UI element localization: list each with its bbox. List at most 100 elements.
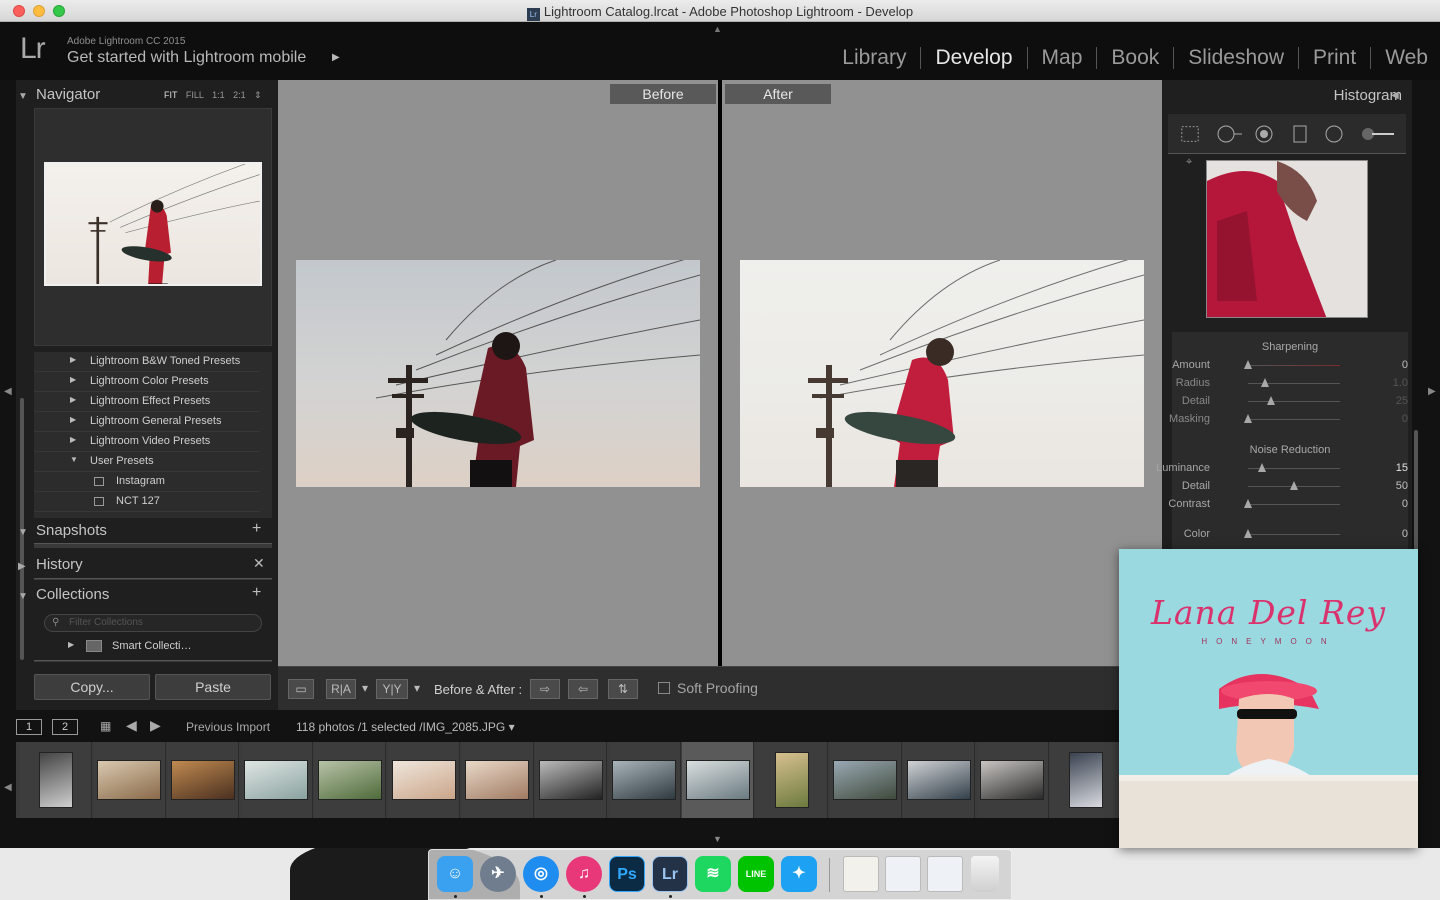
after-photo[interactable]	[740, 260, 1144, 487]
filmstrip-source[interactable]: Previous Import	[186, 720, 270, 734]
slider-value[interactable]: 0	[1370, 359, 1408, 371]
add-collection-icon[interactable]: +	[252, 584, 261, 602]
module-develop[interactable]: Develop	[921, 47, 1028, 69]
smart-collections-item[interactable]: ▶ Smart Collecti…	[34, 636, 272, 658]
histogram-collapse-icon[interactable]: ◀	[1391, 90, 1399, 101]
zoom-fill[interactable]: FILL	[186, 90, 204, 100]
filmstrip-thumbnail[interactable]	[756, 742, 828, 818]
filmstrip-thumbnail[interactable]	[1050, 742, 1123, 818]
slider-track[interactable]	[1248, 504, 1340, 505]
snapshots-header[interactable]: ▼ Snapshots	[18, 522, 274, 546]
filmstrip-thumbnail[interactable]	[535, 742, 608, 818]
slider-thumb[interactable]	[1260, 378, 1269, 387]
navigator-thumbnail[interactable]	[44, 162, 262, 286]
history-header[interactable]: ▶ History	[18, 556, 274, 580]
module-web[interactable]: Web	[1371, 47, 1428, 69]
forward-arrow-icon[interactable]: ▶	[150, 717, 161, 734]
module-map[interactable]: Map	[1028, 47, 1098, 69]
preset-folder[interactable]: ▶ Lightroom Color Presets	[34, 372, 260, 392]
preset-folder[interactable]: ▼ User Presets	[34, 452, 260, 472]
slider-thumb[interactable]	[1244, 529, 1252, 538]
filmstrip-thumbnail[interactable]	[167, 742, 240, 818]
slider-track[interactable]	[1248, 365, 1340, 366]
document-icon[interactable]	[843, 856, 879, 892]
copy-before-to-after-button[interactable]: ⇨	[530, 679, 560, 699]
radial-filter-tool-icon[interactable]	[1324, 124, 1344, 144]
slider-color[interactable]: Color 0	[1172, 525, 1408, 543]
before-pane[interactable]: Before	[278, 80, 718, 666]
before-photo[interactable]	[296, 260, 700, 487]
lightroom-icon[interactable]: Lr	[652, 856, 688, 892]
slider-detail[interactable]: Detail 50	[1172, 477, 1408, 495]
line-icon[interactable]: LINE	[738, 856, 774, 892]
trash-icon[interactable]	[971, 856, 999, 892]
slider-track[interactable]	[1248, 401, 1340, 402]
filmstrip-thumbnail[interactable]	[829, 742, 902, 818]
slider-value[interactable]: 0	[1370, 498, 1408, 510]
view-dropdown-icon[interactable]: ▾	[360, 679, 370, 699]
left-panel-toggle-icon[interactable]: ◀	[4, 386, 12, 397]
slider-thumb[interactable]	[1244, 414, 1252, 423]
view-dropdown-icon[interactable]: ▾	[412, 679, 422, 699]
filmstrip-thumbnail[interactable]	[461, 742, 534, 818]
before-after-lr-button[interactable]: R|A	[326, 679, 356, 699]
soft-proofing-label[interactable]: Soft Proofing	[677, 680, 758, 696]
right-panel-toggle-icon[interactable]: ▶	[1428, 386, 1436, 397]
slider-value[interactable]: 25	[1370, 395, 1408, 407]
filmstrip-thumbnail[interactable]	[388, 742, 460, 818]
slider-thumb[interactable]	[1290, 481, 1298, 490]
paste-settings-button[interactable]: Paste	[155, 674, 271, 700]
preset-item[interactable]: NCT 127	[34, 492, 260, 512]
preset-folder[interactable]: ▶ Lightroom General Presets	[34, 412, 260, 432]
top-panel-toggle-icon[interactable]: ▲	[713, 24, 722, 34]
preset-folder[interactable]: ▶ Lightroom Effect Presets	[34, 392, 260, 412]
filmstrip-thumbnail[interactable]	[608, 742, 681, 818]
add-snapshot-icon[interactable]: +	[252, 520, 261, 538]
filter-collections-input[interactable]: Filter Collections	[44, 614, 262, 632]
slider-value[interactable]: 1.0	[1370, 377, 1408, 389]
slider-thumb[interactable]	[1267, 396, 1275, 405]
downloads-stack-icon[interactable]	[885, 856, 921, 892]
filmstrip-thumbnail[interactable]	[682, 742, 755, 818]
preset-folder[interactable]: ▶ Lightroom Video Presets	[34, 432, 260, 452]
zoom-2-1[interactable]: 2:1	[233, 90, 246, 100]
slider-track[interactable]	[1248, 419, 1340, 420]
clear-history-icon[interactable]: ✕	[253, 555, 265, 572]
filmstrip-thumbnail[interactable]	[93, 742, 166, 818]
play-arrow-icon[interactable]: ▶	[332, 52, 340, 63]
zoom-fit[interactable]: FIT	[164, 90, 177, 100]
filmstrip-thumbnail[interactable]	[314, 742, 387, 818]
collections-header[interactable]: ▼ Collections	[18, 586, 274, 610]
slider-value[interactable]: 0	[1370, 528, 1408, 540]
slider-thumb[interactable]	[1244, 499, 1252, 508]
zoom-1-1[interactable]: 1:1	[212, 90, 225, 100]
filmstrip-thumbnail[interactable]	[240, 742, 313, 818]
zoom-stepper-icon[interactable]: ⇕	[254, 90, 262, 100]
safari-icon[interactable]: ◎	[523, 856, 559, 892]
documents-stack-icon[interactable]	[927, 856, 963, 892]
slider-value[interactable]: 0	[1370, 413, 1408, 425]
module-slideshow[interactable]: Slideshow	[1174, 47, 1299, 69]
loupe-view-button[interactable]: ▭	[288, 679, 314, 699]
slider-value[interactable]: 15	[1370, 462, 1408, 474]
slider-contrast[interactable]: Contrast 0	[1168, 495, 1408, 513]
slider-track[interactable]	[1248, 534, 1340, 535]
itunes-icon[interactable]: ♫	[566, 856, 602, 892]
after-pane[interactable]: After	[722, 80, 1162, 666]
preset-folder[interactable]: ▶ Lightroom B&W Toned Presets	[34, 352, 260, 372]
crop-overlay-tool-icon[interactable]	[1180, 124, 1200, 144]
mobile-prompt-link[interactable]: Get started with Lightroom mobile	[67, 49, 306, 67]
spot-removal-tool-icon[interactable]	[1216, 124, 1244, 144]
grid-view-icon[interactable]: ▦	[100, 719, 114, 733]
slider-luminance[interactable]: Luminance 15	[1156, 459, 1408, 477]
primary-window-button[interactable]: 1	[16, 719, 42, 735]
slider-radius[interactable]: Radius 1.0	[1172, 374, 1408, 392]
filmstrip-thumbnail[interactable]	[903, 742, 976, 818]
secondary-window-button[interactable]: 2	[52, 719, 78, 735]
twitter-icon[interactable]: ✦	[781, 856, 817, 892]
target-adjust-icon[interactable]: ⌖	[1186, 156, 1192, 169]
slider-amount[interactable]: Amount 0	[1172, 356, 1408, 374]
red-eye-tool-icon[interactable]	[1254, 124, 1274, 144]
spotify-icon[interactable]: ≋	[695, 856, 731, 892]
before-after-tb-button[interactable]: Y|Y	[376, 679, 408, 699]
